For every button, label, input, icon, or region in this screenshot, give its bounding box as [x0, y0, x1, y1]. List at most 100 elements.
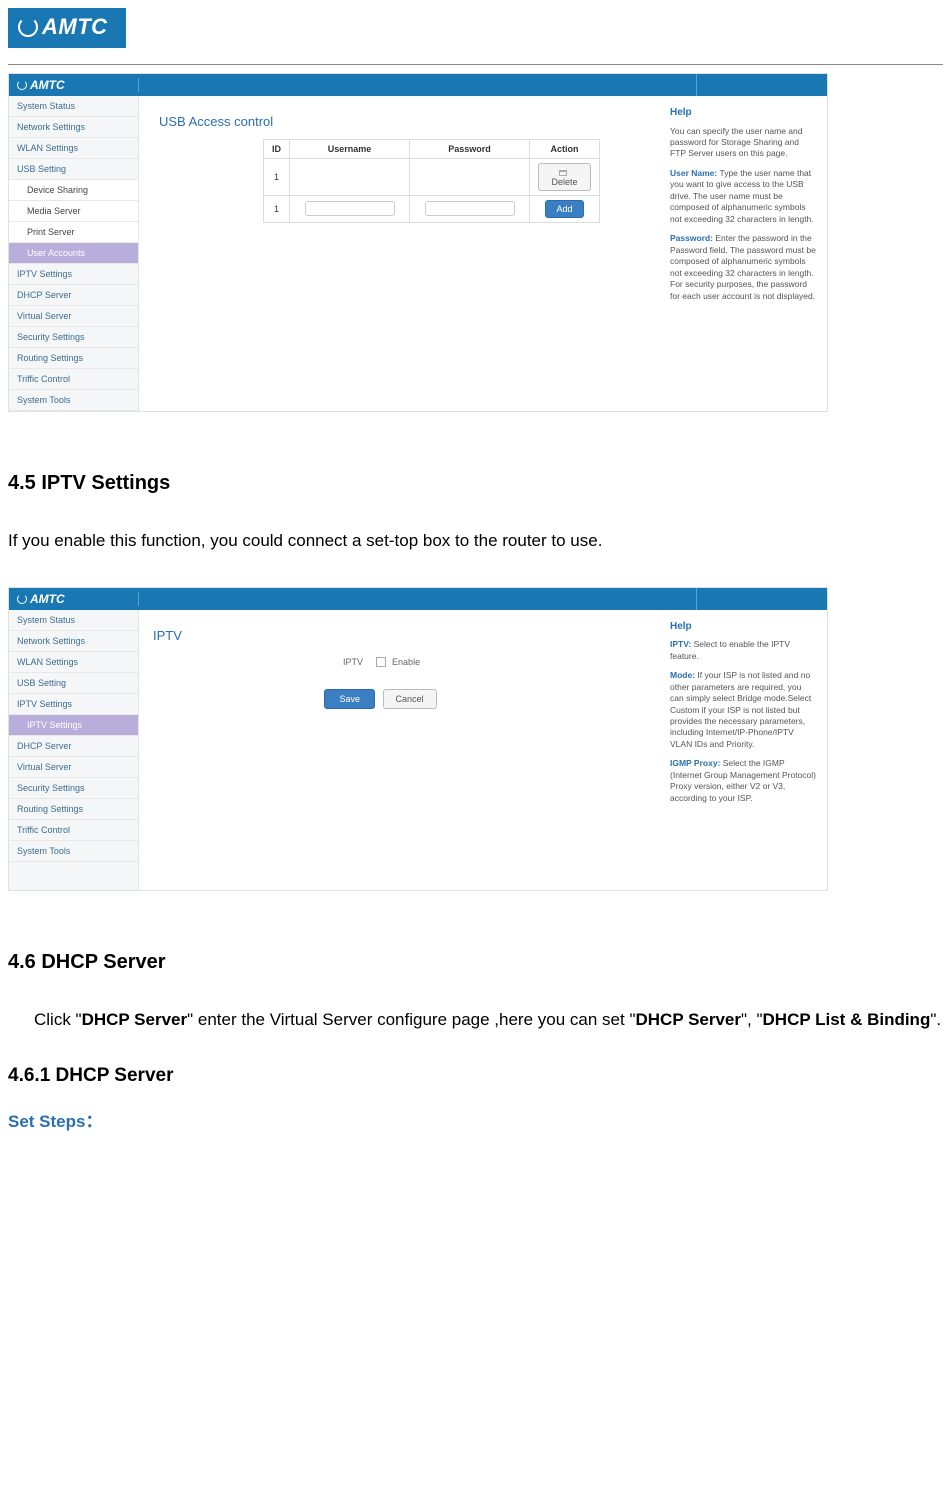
- table-row: 1 Add: [264, 196, 600, 223]
- help-panel: Help You can specify the user name and p…: [662, 96, 827, 411]
- sidebar-item-network-settings[interactable]: Network Settings: [9, 631, 138, 652]
- bold-dhcp-server: DHCP Server: [635, 1010, 741, 1029]
- help-text-body: Enter the password in the Password field…: [670, 233, 816, 300]
- sidebar-item-dhcp-server[interactable]: DHCP Server: [9, 285, 138, 306]
- sidebar-sub-media-server[interactable]: Media Server: [9, 201, 138, 222]
- sidebar-item-security-settings[interactable]: Security Settings: [9, 327, 138, 348]
- logo-text: AMTC: [42, 14, 108, 40]
- main-panel: IPTV IPTV Enable Save Cancel: [139, 610, 662, 890]
- sidebar-item-routing-settings[interactable]: Routing Settings: [9, 348, 138, 369]
- sidebar-item-system-status[interactable]: System Status: [9, 96, 138, 117]
- section-4-6-1-title: 4.6.1 DHCP Server: [8, 1065, 943, 1087]
- trash-icon: [559, 170, 567, 176]
- screenshot-iptv: AMTC System Status Network Settings WLAN…: [8, 587, 828, 891]
- username-input[interactable]: [305, 201, 395, 216]
- bold-dhcp-server: DHCP Server: [82, 1010, 188, 1029]
- help-text: You can specify the user name and passwo…: [670, 126, 817, 160]
- help-term: IPTV:: [670, 639, 691, 649]
- text-fragment: " enter the Virtual Server configure pag…: [187, 1010, 635, 1029]
- save-button[interactable]: Save: [324, 689, 375, 709]
- usb-table: ID Username Password Action 1 Delete: [263, 139, 600, 223]
- sidebar-item-system-status[interactable]: System Status: [9, 610, 138, 631]
- sidebar-item-dhcp-server[interactable]: DHCP Server: [9, 736, 138, 757]
- help-text-body: If your ISP is not listed and no other p…: [670, 670, 811, 749]
- sidebar-item-routing-settings[interactable]: Routing Settings: [9, 799, 138, 820]
- sidebar: System Status Network Settings WLAN Sett…: [9, 96, 139, 411]
- sidebar-item-system-tools[interactable]: System Tools: [9, 390, 138, 411]
- shot-brand: AMTC: [9, 592, 139, 606]
- swirl-icon: [18, 17, 38, 37]
- th-id: ID: [264, 140, 290, 159]
- help-text: IGMP Proxy: Select the IGMP (Internet Gr…: [670, 758, 817, 804]
- shot-header: AMTC: [9, 588, 827, 610]
- sidebar-item-wlan-settings[interactable]: WLAN Settings: [9, 652, 138, 673]
- set-steps-label: Set Steps：: [8, 1107, 943, 1132]
- help-text: IPTV: Select to enable the IPTV feature.: [670, 639, 817, 662]
- table-row: 1 Delete: [264, 159, 600, 196]
- sidebar-item-traffic-control[interactable]: Triffic Control: [9, 820, 138, 841]
- section-4-5-body: If you enable this function, you could c…: [8, 523, 943, 559]
- sidebar-item-system-tools[interactable]: System Tools: [9, 841, 138, 862]
- screenshot-usb-access: AMTC System Status Network Settings WLAN…: [8, 73, 828, 412]
- enable-checkbox[interactable]: [376, 657, 386, 667]
- brand-text: AMTC: [30, 78, 65, 92]
- help-panel: Help IPTV: Select to enable the IPTV fea…: [662, 610, 827, 890]
- brand-text: AMTC: [30, 592, 65, 606]
- help-term: Mode:: [670, 670, 695, 680]
- swirl-icon: [17, 80, 27, 90]
- sidebar-item-usb-setting[interactable]: USB Setting: [9, 159, 138, 180]
- help-text: Password: Enter the password in the Pass…: [670, 233, 817, 302]
- cancel-button[interactable]: Cancel: [383, 689, 437, 709]
- header-gap: [139, 588, 697, 610]
- panel-title: IPTV: [153, 628, 648, 643]
- section-4-6-body: Click "DHCP Server" enter the Virtual Se…: [8, 1002, 943, 1038]
- th-action: Action: [530, 140, 600, 159]
- bold-dhcp-list-binding: DHCP List & Binding: [763, 1010, 931, 1029]
- help-term: IGMP Proxy:: [670, 758, 720, 768]
- cell-password: [410, 159, 530, 196]
- shot-header: AMTC: [9, 74, 827, 96]
- help-term: User Name:: [670, 168, 717, 178]
- add-button[interactable]: Add: [545, 200, 583, 218]
- sidebar-item-virtual-server[interactable]: Virtual Server: [9, 757, 138, 778]
- sidebar-item-iptv-settings[interactable]: IPTV Settings: [9, 264, 138, 285]
- shot-brand: AMTC: [9, 78, 139, 92]
- delete-label: Delete: [551, 177, 577, 187]
- th-password: Password: [410, 140, 530, 159]
- header-gap: [697, 588, 827, 610]
- sidebar-item-network-settings[interactable]: Network Settings: [9, 117, 138, 138]
- divider: [8, 64, 943, 65]
- page-logo: AMTC: [8, 8, 126, 48]
- section-4-6-title: 4.6 DHCP Server: [8, 951, 943, 974]
- delete-button[interactable]: Delete: [538, 163, 591, 191]
- cell-username: [290, 159, 410, 196]
- sidebar-sub-iptv-settings[interactable]: IPTV Settings: [9, 715, 138, 736]
- sidebar-sub-user-accounts[interactable]: User Accounts: [9, 243, 138, 264]
- sidebar-sub-device-sharing[interactable]: Device Sharing: [9, 180, 138, 201]
- cell-id: 1: [264, 196, 290, 223]
- th-username: Username: [290, 140, 410, 159]
- text-fragment: Click ": [34, 1010, 82, 1029]
- text-fragment: ".: [930, 1010, 941, 1029]
- sidebar-item-traffic-control[interactable]: Triffic Control: [9, 369, 138, 390]
- help-term: Password:: [670, 233, 713, 243]
- text-fragment: ", ": [741, 1010, 763, 1029]
- header-gap: [697, 74, 827, 96]
- iptv-enable-row: IPTV Enable: [343, 657, 648, 668]
- sidebar-sub-print-server[interactable]: Print Server: [9, 222, 138, 243]
- panel-title: USB Access control: [159, 114, 648, 129]
- help-text: Mode: If your ISP is not listed and no o…: [670, 670, 817, 750]
- help-title: Help: [670, 106, 817, 120]
- help-text: User Name: Type the user name that you w…: [670, 168, 817, 225]
- help-title: Help: [670, 620, 817, 634]
- sidebar-item-security-settings[interactable]: Security Settings: [9, 778, 138, 799]
- swirl-icon: [17, 594, 27, 604]
- sidebar-item-virtual-server[interactable]: Virtual Server: [9, 306, 138, 327]
- password-input[interactable]: [425, 201, 515, 216]
- sidebar: System Status Network Settings WLAN Sett…: [9, 610, 139, 890]
- enable-label: Enable: [392, 657, 420, 667]
- header-gap: [139, 74, 697, 96]
- sidebar-item-wlan-settings[interactable]: WLAN Settings: [9, 138, 138, 159]
- iptv-label: IPTV: [343, 657, 363, 667]
- main-panel: USB Access control ID Username Password …: [139, 96, 662, 411]
